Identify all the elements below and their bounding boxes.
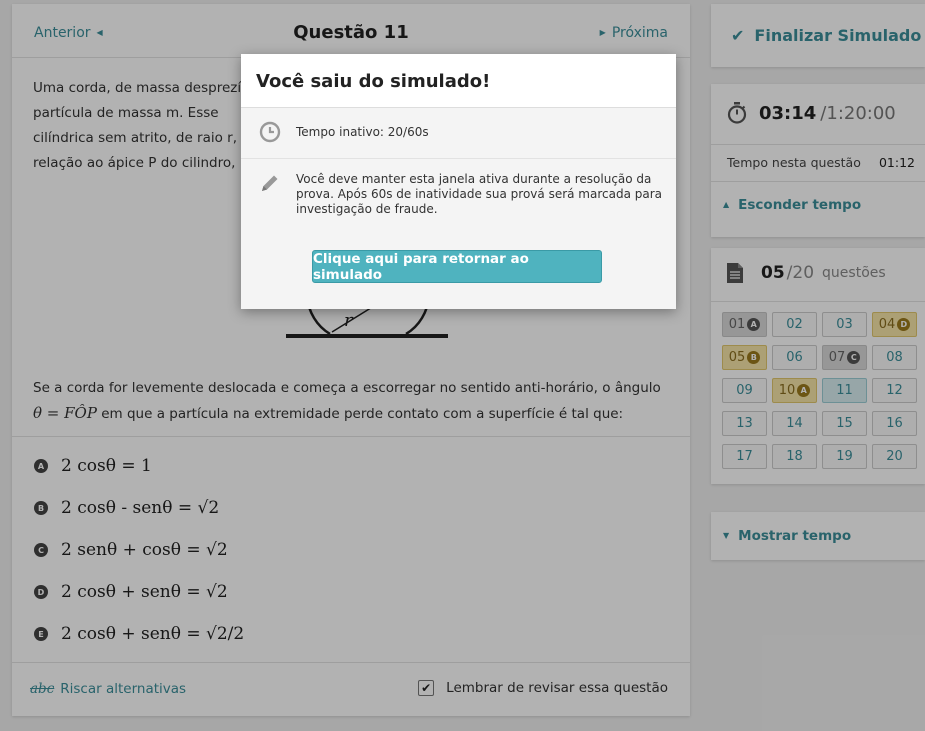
warning-text: Você deve manter esta janela ativa duran… [296, 172, 663, 216]
warning-row: Você deve manter esta janela ativa duran… [241, 160, 676, 240]
modal-title: Você saiu do simulado! [241, 54, 676, 108]
return-to-exam-button[interactable]: Clique aqui para retornar ao simulado [312, 250, 602, 283]
pencil-icon [262, 175, 278, 191]
clock-icon [259, 121, 281, 143]
inactive-time-row: Tempo inativo: 20/60s [241, 108, 676, 159]
inactivity-modal: Você saiu do simulado! Tempo inativo: 20… [241, 54, 676, 309]
inactive-time-text: Tempo inativo: 20/60s [296, 125, 429, 139]
